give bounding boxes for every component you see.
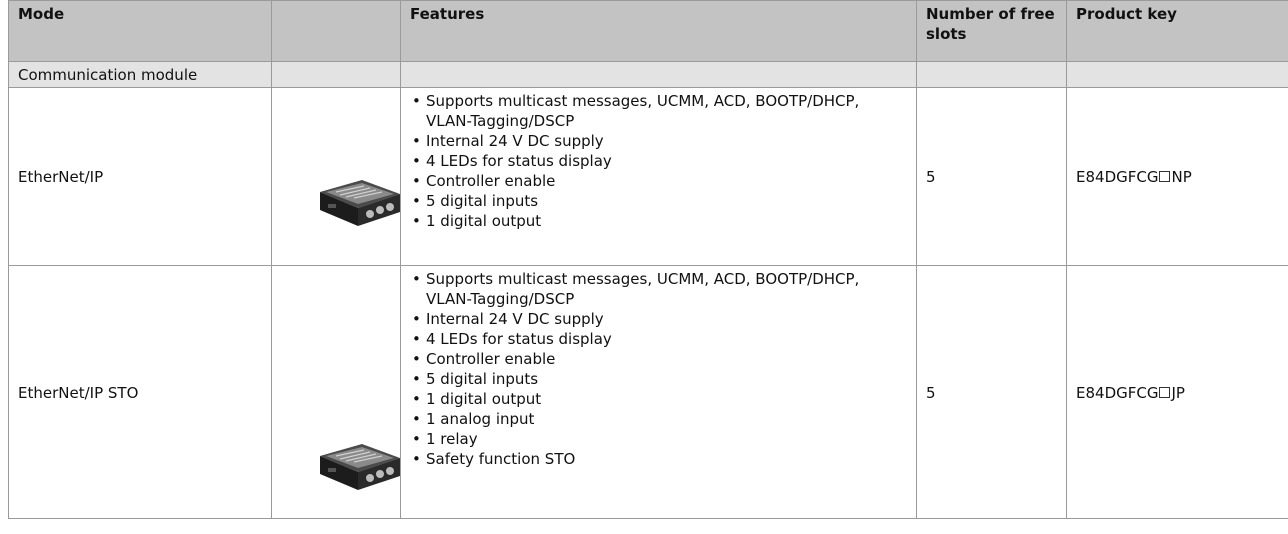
image-cell (271, 87, 401, 266)
features-cell: Supports multicast messages, UCMM, ACD, … (400, 87, 917, 266)
image-cell (271, 265, 401, 519)
section-cell (1066, 61, 1288, 88)
product-table: Mode Features Number of free slots Produ… (8, 0, 1288, 519)
feature-list: Supports multicast messages, UCMM, ACD, … (410, 91, 907, 231)
placeholder-box-icon (1159, 171, 1171, 182)
feature-item: 4 LEDs for status display (410, 151, 907, 171)
feature-item: Internal 24 V DC supply (410, 309, 907, 329)
product-key-prefix: E84DGFCG (1076, 168, 1159, 186)
header-product-key: Product key (1066, 0, 1288, 62)
feature-item: 1 digital output (410, 211, 907, 231)
feature-item: Controller enable (410, 349, 907, 369)
section-cell (916, 61, 1067, 88)
feature-item: Supports multicast messages, UCMM, ACD, … (410, 269, 907, 309)
slots-cell: 5 (916, 87, 1067, 266)
header-image (271, 0, 401, 62)
feature-item: 1 digital output (410, 389, 907, 409)
table-row: EtherNet/IP Supports multicast messages,… (8, 87, 1288, 266)
communication-module-photo-icon (320, 444, 400, 490)
product-key-prefix: E84DGFCG (1076, 383, 1159, 402)
header-free-slots: Number of free slots (916, 0, 1067, 62)
communication-module-photo-icon (320, 180, 400, 226)
header-features: Features (400, 0, 917, 62)
features-cell: Supports multicast messages, UCMM, ACD, … (400, 265, 917, 519)
product-key-suffix: NP (1171, 168, 1192, 186)
slots-cell: 5 (916, 265, 1067, 519)
mode-cell: EtherNet/IP (8, 87, 272, 266)
feature-item: Supports multicast messages, UCMM, ACD, … (410, 91, 907, 131)
section-cell (400, 61, 917, 88)
feature-item: 4 LEDs for status display (410, 329, 907, 349)
product-key-cell: E84DGFCG JP (1066, 265, 1288, 519)
mode-cell: EtherNet/IP STO (8, 265, 272, 519)
placeholder-box-icon (1159, 386, 1171, 398)
feature-item: 1 relay (410, 429, 907, 449)
section-cell (271, 61, 401, 88)
feature-item: 1 analog input (410, 409, 907, 429)
feature-item: 5 digital inputs (410, 191, 907, 211)
feature-item: Controller enable (410, 171, 907, 191)
feature-list: Supports multicast messages, UCMM, ACD, … (410, 269, 907, 469)
header-row: Mode Features Number of free slots Produ… (8, 0, 1288, 62)
feature-item: Internal 24 V DC supply (410, 131, 907, 151)
feature-item: Safety function STO (410, 449, 907, 469)
section-row: Communication module (8, 61, 1288, 88)
product-key-cell: E84DGFCG NP (1066, 87, 1288, 266)
table-row: EtherNet/IP STO Supports multicast messa… (8, 265, 1288, 519)
feature-item: 5 digital inputs (410, 369, 907, 389)
section-label: Communication module (8, 61, 272, 88)
product-key-suffix: JP (1171, 383, 1185, 402)
header-mode: Mode (8, 0, 272, 62)
